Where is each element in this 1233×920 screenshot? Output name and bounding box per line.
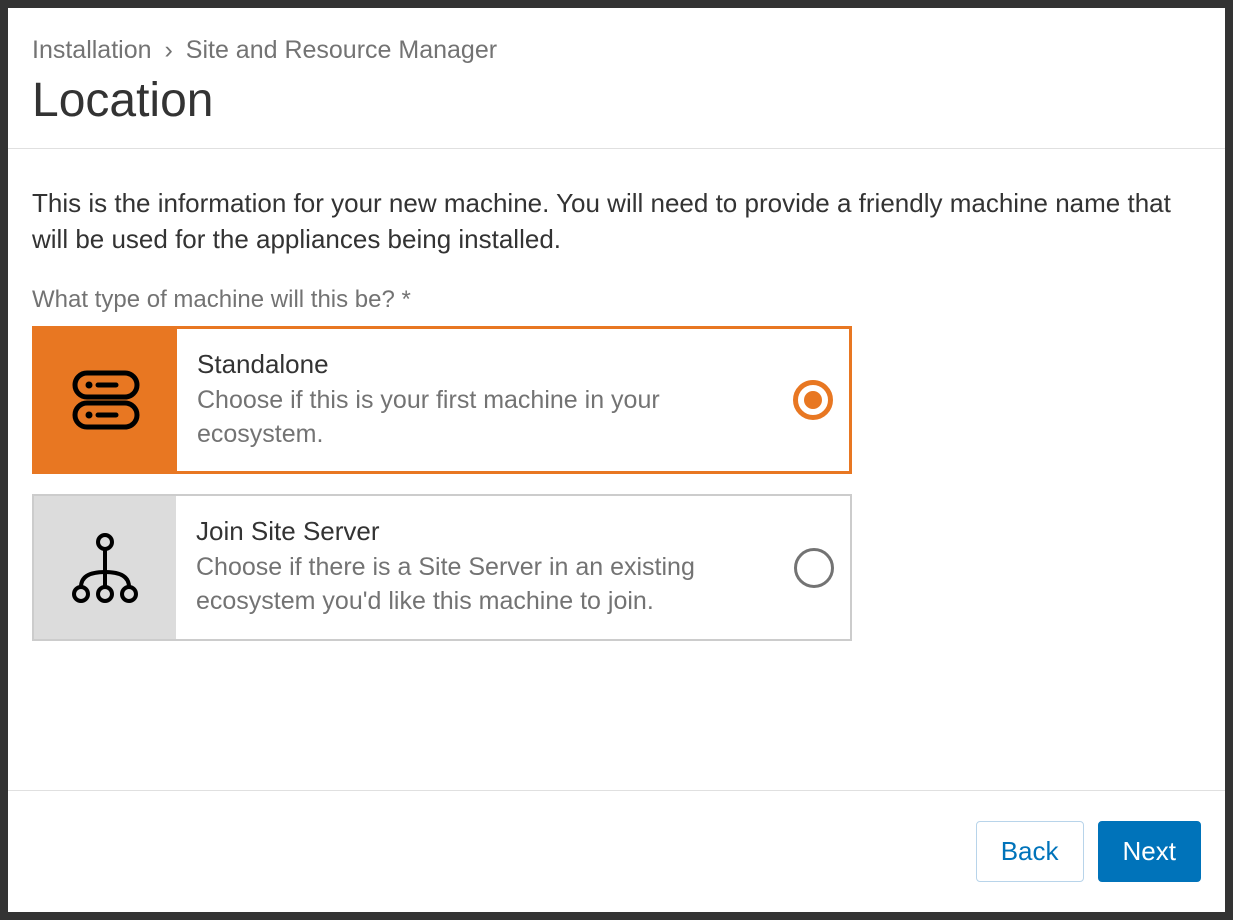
breadcrumb-separator: › bbox=[164, 36, 172, 64]
back-button[interactable]: Back bbox=[976, 821, 1084, 882]
option-join-site-server[interactable]: Join Site Server Choose if there is a Si… bbox=[32, 494, 852, 641]
header: Installation › Site and Resource Manager… bbox=[8, 8, 1225, 149]
content: This is the information for your new mac… bbox=[8, 149, 1225, 790]
option-standalone-desc: Choose if this is your first machine in … bbox=[197, 384, 777, 452]
option-standalone-title: Standalone bbox=[197, 349, 777, 380]
option-join-icon-wrap bbox=[34, 496, 176, 639]
intro-text: This is the information for your new mac… bbox=[32, 185, 1201, 258]
next-button[interactable]: Next bbox=[1098, 821, 1201, 882]
machine-type-question: What type of machine will this be? * bbox=[32, 286, 1201, 314]
option-join-body: Join Site Server Choose if there is a Si… bbox=[176, 496, 850, 639]
option-join-title: Join Site Server bbox=[196, 516, 778, 547]
option-join-text: Join Site Server Choose if there is a Si… bbox=[196, 516, 778, 619]
option-join-desc: Choose if there is a Site Server in an e… bbox=[196, 551, 778, 619]
server-stack-icon bbox=[72, 370, 140, 430]
option-join-radio[interactable] bbox=[794, 548, 834, 588]
footer: Back Next bbox=[8, 790, 1225, 912]
network-tree-icon bbox=[71, 532, 139, 604]
option-standalone-radio[interactable] bbox=[793, 380, 833, 420]
option-standalone-icon-wrap bbox=[35, 329, 177, 472]
breadcrumb: Installation › Site and Resource Manager bbox=[32, 36, 1201, 65]
option-standalone[interactable]: Standalone Choose if this is your first … bbox=[32, 326, 852, 475]
installer-window: Installation › Site and Resource Manager… bbox=[8, 8, 1225, 912]
breadcrumb-item-srm[interactable]: Site and Resource Manager bbox=[186, 36, 497, 64]
option-standalone-body: Standalone Choose if this is your first … bbox=[177, 329, 849, 472]
option-standalone-text: Standalone Choose if this is your first … bbox=[197, 349, 777, 452]
breadcrumb-item-installation[interactable]: Installation bbox=[32, 36, 152, 64]
page-title: Location bbox=[32, 73, 1201, 128]
